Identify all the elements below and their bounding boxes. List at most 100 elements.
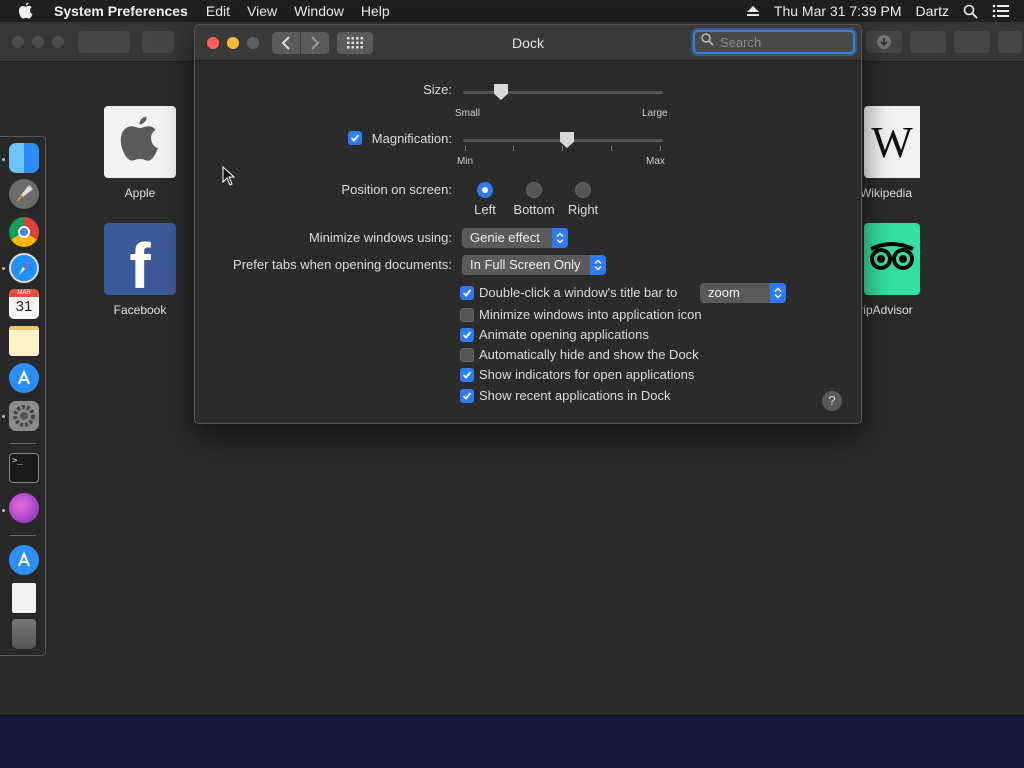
help-button[interactable]: ? <box>822 391 842 411</box>
running-indicator <box>2 415 5 418</box>
app-icon[interactable] <box>9 493 39 523</box>
menu-window[interactable]: Window <box>294 3 344 19</box>
position-left-radio[interactable] <box>477 182 493 198</box>
system-preferences-icon[interactable] <box>9 401 39 431</box>
finder-icon[interactable] <box>9 143 39 173</box>
zoom-button-inactive[interactable] <box>52 36 64 48</box>
favorite-tripadvisor[interactable] <box>864 223 920 295</box>
document-icon[interactable] <box>12 583 36 613</box>
running-indicator <box>2 509 5 512</box>
size-label: Size: <box>423 82 452 97</box>
new-tab-button[interactable] <box>998 31 1022 53</box>
notes-icon[interactable] <box>9 326 39 356</box>
prefer-tabs-label: Prefer tabs when opening documents: <box>233 257 452 272</box>
position-right-radio[interactable] <box>575 182 591 198</box>
mouse-cursor-icon <box>222 165 236 191</box>
calendar-month: MAR <box>9 289 39 297</box>
search-field[interactable] <box>693 30 855 54</box>
size-slider-track[interactable] <box>463 91 663 94</box>
calendar-icon[interactable]: MAR 31 <box>9 289 39 319</box>
show-indicators-label: Show indicators for open applications <box>479 367 695 382</box>
app-store-icon[interactable] <box>9 363 39 393</box>
notification-center-icon[interactable] <box>992 4 1010 18</box>
safari-icon[interactable] <box>9 253 39 283</box>
checkmark-icon <box>462 331 472 339</box>
minimize-label: Minimize windows using: <box>308 230 452 245</box>
share-button[interactable] <box>910 31 946 53</box>
slider-tick <box>513 146 514 151</box>
clock[interactable]: Thu Mar 31 7:39 PM <box>774 3 902 19</box>
position-bottom-radio[interactable] <box>526 182 542 198</box>
magnification-max-label: Max <box>646 156 665 167</box>
favorite-label: Facebook <box>113 303 167 317</box>
minimize-into-icon-checkbox[interactable] <box>460 308 474 322</box>
chrome-icon[interactable] <box>9 217 39 247</box>
autohide-dock-label: Automatically hide and show the Dock <box>479 347 699 362</box>
back-forward-buttons[interactable] <box>78 31 130 53</box>
size-max-label: Large <box>642 108 668 119</box>
running-indicator <box>2 267 5 270</box>
slider-tick <box>562 146 563 151</box>
spotlight-search-icon[interactable] <box>963 4 978 19</box>
minimize-button-inactive[interactable] <box>32 36 44 48</box>
wikipedia-logo-icon: W <box>871 117 913 167</box>
minimize-effect-popup[interactable]: Genie effect <box>462 228 568 248</box>
running-indicator <box>2 158 5 161</box>
window-titlebar: Dock <box>195 25 861 61</box>
slider-tick <box>465 146 466 151</box>
dock-preferences-window: Dock Size: Small Large Magnification: Mi… <box>194 24 862 424</box>
chevron-up-down-icon <box>552 228 568 248</box>
minimize-into-icon-label: Minimize windows into application icon <box>479 307 702 322</box>
sidebar-toggle-button[interactable] <box>142 31 174 53</box>
position-right-label: Right <box>567 202 599 217</box>
favorite-label: Apple <box>124 186 156 200</box>
dock: MAR 31 >_ <box>0 136 46 656</box>
show-indicators-checkbox[interactable] <box>460 368 474 382</box>
chevron-up-down-icon <box>770 283 786 303</box>
titlebar-action-value: zoom <box>708 285 740 300</box>
downloads-button[interactable] <box>866 31 902 53</box>
terminal-icon[interactable]: >_ <box>9 453 39 483</box>
checkmark-icon <box>462 371 472 379</box>
apple-logo-icon <box>118 114 162 171</box>
favorite-apple[interactable] <box>104 106 176 178</box>
apple-menu-icon[interactable] <box>18 2 36 20</box>
checkmark-icon <box>462 392 472 400</box>
prefer-tabs-popup[interactable]: In Full Screen Only <box>462 255 606 275</box>
size-slider-knob[interactable] <box>494 84 508 100</box>
magnification-label: Magnification: <box>371 131 452 146</box>
favorite-wikipedia[interactable]: W <box>864 106 920 178</box>
show-recent-apps-checkbox[interactable] <box>460 389 474 403</box>
animate-opening-label: Animate opening applications <box>479 327 649 342</box>
menu-edit[interactable]: Edit <box>206 3 230 19</box>
show-recent-apps-label: Show recent applications in Dock <box>479 388 671 403</box>
close-button-inactive[interactable] <box>12 36 24 48</box>
dock-separator <box>10 535 36 536</box>
titlebar-action-popup[interactable]: zoom <box>700 283 786 303</box>
eject-icon[interactable] <box>746 5 760 17</box>
app-name-menu[interactable]: System Preferences <box>54 3 188 19</box>
tabs-button[interactable] <box>954 31 990 53</box>
user-menu[interactable]: Dartz <box>916 3 949 19</box>
calendar-day: 31 <box>15 298 33 315</box>
favorite-facebook[interactable]: f <box>104 223 176 295</box>
checkmark-icon <box>462 289 472 297</box>
chrome-center <box>18 226 30 238</box>
slider-tick <box>611 146 612 151</box>
search-input[interactable] <box>720 34 840 50</box>
trash-icon[interactable] <box>12 619 36 649</box>
autohide-dock-checkbox[interactable] <box>460 348 474 362</box>
menu-view[interactable]: View <box>247 3 277 19</box>
menu-help[interactable]: Help <box>361 3 390 19</box>
minimize-effect-value: Genie effect <box>470 230 540 245</box>
chevron-up-down-icon <box>590 255 606 275</box>
animate-opening-checkbox[interactable] <box>460 328 474 342</box>
facebook-logo-icon: f <box>129 230 151 295</box>
double-click-checkbox[interactable] <box>460 286 474 300</box>
position-label: Position on screen: <box>341 182 452 197</box>
tripadvisor-logo-icon <box>867 241 917 278</box>
menu-bar: System Preferences Edit View Window Help… <box>0 0 1024 22</box>
double-click-label: Double-click a window's title bar to <box>479 285 678 300</box>
app-store-icon[interactable] <box>9 545 39 575</box>
launchpad-icon[interactable] <box>9 179 39 209</box>
